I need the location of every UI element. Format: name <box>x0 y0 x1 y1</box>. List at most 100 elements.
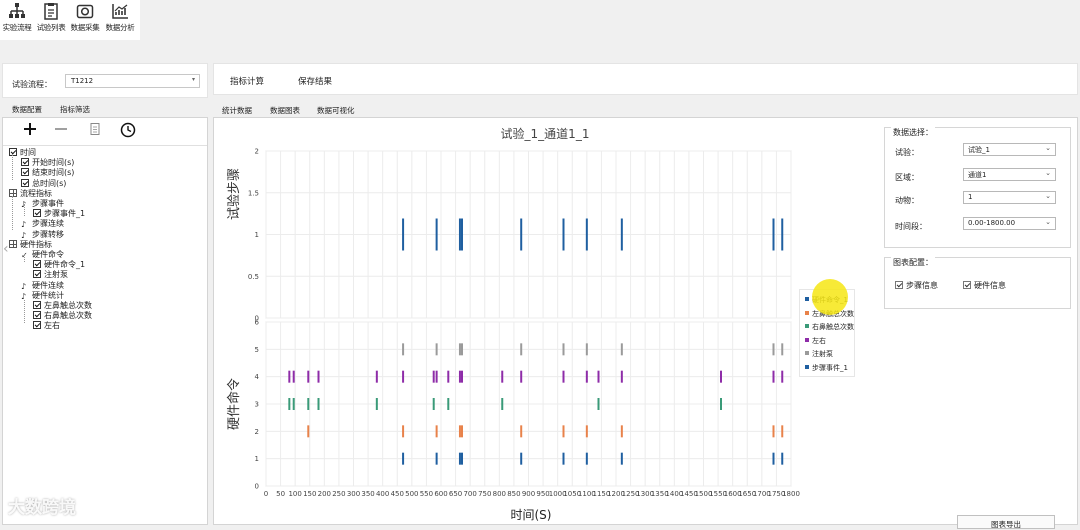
clipboard-icon <box>44 3 58 20</box>
tab-statistics[interactable]: 统计数据 <box>222 105 252 116</box>
tree-connector <box>12 154 13 180</box>
toolbar-label: 实验流程 <box>2 23 32 32</box>
x-tick-label: 1800 <box>782 490 800 498</box>
field-label-period: 时间段： <box>895 222 927 231</box>
x-tick-label: 350 <box>361 490 374 498</box>
legend-entry: 注射泵 <box>805 349 833 359</box>
tree-node[interactable]: 左鼻触总次数 <box>33 301 92 311</box>
tree-node-label: 硬件连续 <box>32 280 64 290</box>
tree-node[interactable]: 流程指标 <box>9 188 52 199</box>
remove-button[interactable] <box>51 122 71 142</box>
tree-node[interactable]: ♪ 步骤转移 <box>21 230 64 240</box>
x-tick-label: 100 <box>288 490 301 498</box>
toolbar-button-trial-list[interactable]: 试验列表 <box>34 0 68 40</box>
calculate-indicators-button[interactable]: 指标计算 <box>230 75 264 87</box>
animal-select[interactable]: 1 ⌄ <box>963 191 1056 204</box>
clock-button[interactable] <box>118 122 138 142</box>
chart-xlabel: 时间(S) <box>511 508 552 522</box>
camera-icon <box>76 4 94 19</box>
y-tick-label: 2 <box>255 428 259 436</box>
tab-data-config[interactable]: 数据配置 <box>12 104 42 115</box>
tree-node[interactable]: 总时间(s) <box>21 178 67 189</box>
tree-node[interactable]: 硬件命令_1 <box>33 260 85 270</box>
checkbox-checked-icon <box>33 301 41 309</box>
step-info-checkbox[interactable]: 步骤信息 <box>895 280 938 291</box>
tree-node[interactable]: 结束时间(s) <box>21 168 74 178</box>
tree-node-label: 步骤转移 <box>32 229 64 239</box>
x-tick-label: 600 <box>434 490 447 498</box>
x-tick-label: 550 <box>420 490 433 498</box>
tree-node-label: 步骤事件 <box>32 199 64 208</box>
tab-data-charts[interactable]: 数据图表 <box>270 105 300 116</box>
tree-node[interactable]: 开始时间(s) <box>21 158 74 168</box>
tree-node[interactable]: 右鼻触总次数 <box>33 311 92 321</box>
step-info-label: 步骤信息 <box>906 281 938 290</box>
tree-connector <box>24 300 25 323</box>
period-select[interactable]: 0.00-1800.00 ⌄ <box>963 217 1056 230</box>
region-select-value: 通道1 <box>968 171 987 179</box>
x-tick-label: 450 <box>391 490 404 498</box>
tree-node-label: 左右 <box>44 321 60 331</box>
tree-node-label: 右鼻触总次数 <box>44 311 92 321</box>
x-tick-label: 850 <box>507 490 520 498</box>
tree-node[interactable]: 左右 <box>33 321 60 331</box>
tree-node[interactable]: ♪ 步骤连续 <box>21 219 64 229</box>
toolbar-button-data-collection[interactable]: 数据采集 <box>68 0 102 40</box>
checkbox-checked-icon <box>9 148 17 156</box>
tree-node-label: 注射泵 <box>44 270 68 280</box>
tree-node[interactable]: ♪ 硬件统计 <box>21 291 64 301</box>
tree-node[interactable]: ✓ 硬件命令 <box>21 250 64 260</box>
document-button[interactable] <box>85 122 105 142</box>
tree-node-label: 总时间(s) <box>32 178 67 188</box>
y-tick-label: 1 <box>255 455 259 463</box>
toolbar-button-experiment-flow[interactable]: 实验流程 <box>0 0 34 40</box>
legend-label: 左右 <box>812 336 826 345</box>
checkbox-checked-icon <box>33 311 41 320</box>
tree-node[interactable]: 步骤事件_1 <box>33 209 85 219</box>
legend-entry: 左右 <box>805 336 826 346</box>
add-button[interactable] <box>20 122 40 142</box>
checkbox-checked-icon <box>33 270 41 279</box>
document-icon <box>90 123 100 135</box>
export-chart-button[interactable]: 图表导出 <box>957 515 1055 529</box>
hardware-info-checkbox[interactable]: 硬件信息 <box>963 280 1006 291</box>
collapse-left-icon[interactable]: ‹ <box>3 241 9 257</box>
region-select[interactable]: 通道1 ⌄ <box>963 168 1056 181</box>
chevron-down-icon: ⌄ <box>1045 218 1051 226</box>
plus-icon <box>24 123 36 135</box>
legend-label: 步骤事件_1 <box>812 363 848 372</box>
x-tick-label: 200 <box>318 490 331 498</box>
save-results-button[interactable]: 保存结果 <box>298 75 332 87</box>
period-select-value: 0.00-1800.00 <box>968 219 1016 227</box>
x-tick-label: 800 <box>493 490 506 498</box>
toolbar-button-data-analysis[interactable]: 数据分析 <box>103 0 137 40</box>
tree-toolbar <box>3 118 207 146</box>
checkbox-checked-icon <box>963 281 971 289</box>
flow-select-row: 试验流程： T1212 ▾ <box>2 63 208 98</box>
legend-entry: 右鼻触总次数 <box>805 322 854 332</box>
tree-node[interactable]: 注射泵 <box>33 270 68 280</box>
trial-select-value: 试验_1 <box>968 146 990 154</box>
trial-select[interactable]: 试验_1 ⌄ <box>963 143 1056 156</box>
tree-node[interactable]: ♪ 硬件连续 <box>21 281 64 291</box>
tree-node-label: 时间 <box>20 148 36 157</box>
tab-indicator-filter[interactable]: 指标筛选 <box>60 104 90 115</box>
tree-node[interactable]: 时间 <box>9 148 36 158</box>
field-label-animal: 动物： <box>895 196 919 205</box>
clock-icon <box>120 122 136 138</box>
legend-swatch <box>805 324 809 328</box>
legend-swatch <box>805 297 809 301</box>
tree-node-label: 步骤连续 <box>32 219 64 229</box>
tree-node[interactable]: ♪ 步骤事件 <box>21 199 64 209</box>
tree-node-label: 步骤事件_1 <box>44 209 86 219</box>
y-tick-label: 5 <box>255 346 259 354</box>
checkbox-checked-icon <box>895 281 903 289</box>
minus-icon <box>55 128 67 130</box>
legend-swatch <box>805 337 809 342</box>
flow-select-value: T1212 <box>71 77 94 85</box>
x-tick-label: 950 <box>536 490 549 498</box>
tab-data-visualization[interactable]: 数据可视化 <box>317 105 355 116</box>
tree-node[interactable]: 硬件指标 <box>9 239 52 250</box>
flow-select[interactable]: T1212 ▾ <box>65 74 200 88</box>
toolbar-label: 试验列表 <box>36 23 66 32</box>
